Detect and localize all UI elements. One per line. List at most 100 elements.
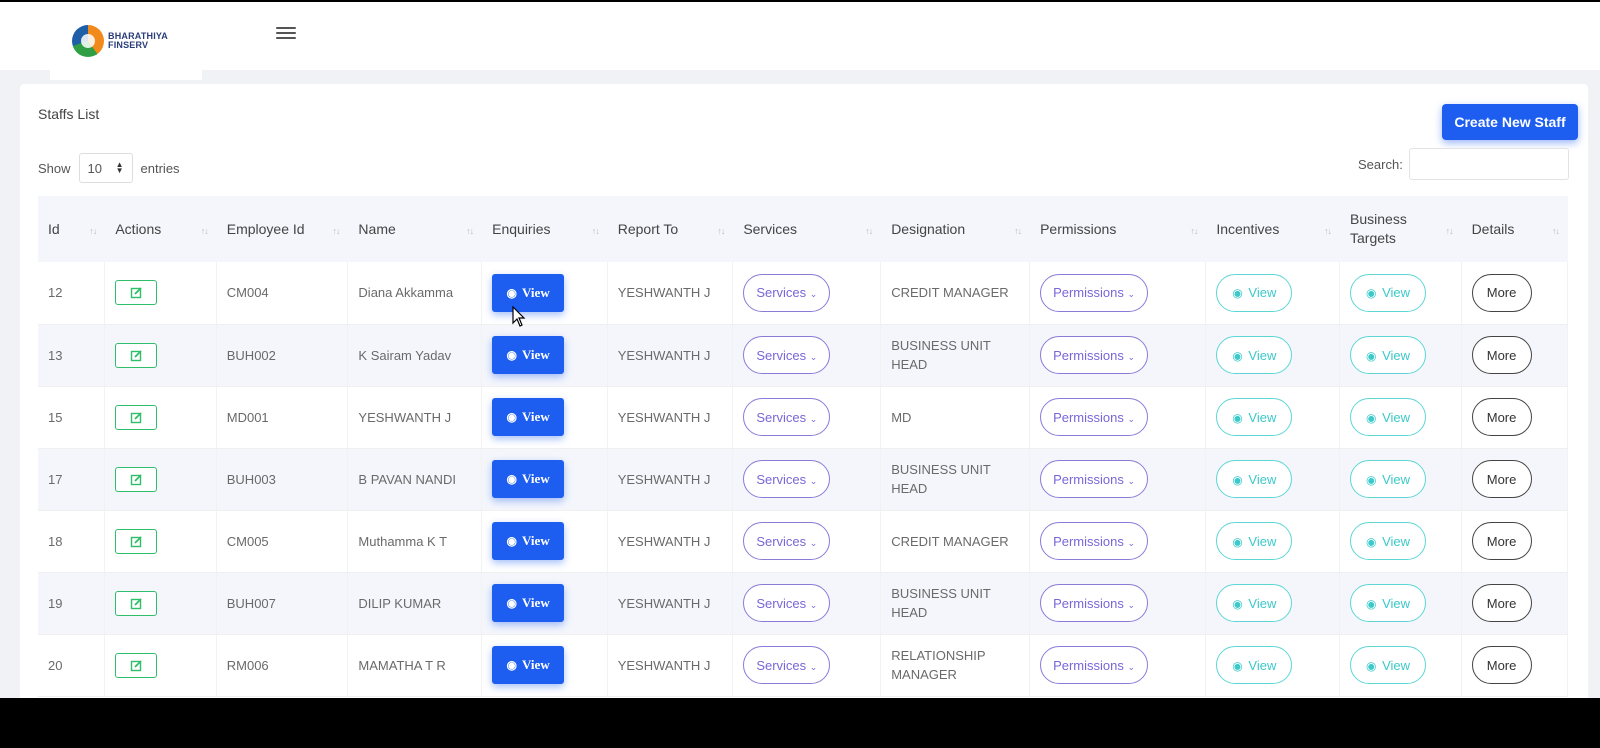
edit-button[interactable] xyxy=(115,280,158,306)
permissions-dropdown-button[interactable]: Permissions ⌄ xyxy=(1040,398,1149,436)
chevron-down-icon: ⌄ xyxy=(1127,351,1136,362)
services-dropdown-button[interactable]: Services ⌄ xyxy=(743,398,831,436)
more-details-button[interactable]: More xyxy=(1471,646,1532,684)
col-header-services[interactable]: Services ↑↓ xyxy=(732,196,882,262)
enquiries-view-button[interactable]: ◉ View xyxy=(492,646,565,684)
enquiries-view-button[interactable]: ◉ View xyxy=(492,273,565,312)
eye-icon: ◉ xyxy=(506,658,518,672)
more-details-button[interactable]: More xyxy=(1471,522,1532,560)
table-row: 13 BUH002 K Sairam Yadav ◉ View YESHWANTH JS… xyxy=(38,324,1569,387)
more-details-button[interactable]: More xyxy=(1471,460,1532,498)
permissions-dropdown-button[interactable]: Permissions ⌄ xyxy=(1040,273,1149,312)
business-targets-view-button[interactable]: ◉ View xyxy=(1350,460,1427,498)
col-header-report-to[interactable]: Report To ↑↓ xyxy=(607,196,734,262)
business-targets-view-button[interactable]: ◉ View xyxy=(1350,336,1427,374)
enquiries-view-button[interactable]: ◉ View xyxy=(492,522,565,560)
eye-icon: ◉ xyxy=(1365,658,1377,673)
cell-services: Services ⌄ xyxy=(732,386,882,449)
services-dropdown-button[interactable]: Services ⌄ xyxy=(743,273,831,312)
business-targets-view-button[interactable]: ◉ View xyxy=(1350,273,1427,312)
sort-icon: ↑↓ xyxy=(1324,226,1332,236)
edit-button[interactable] xyxy=(115,404,158,430)
col-header-employee-id[interactable]: Employee Id ↑↓ xyxy=(216,196,349,262)
enquiries-view-button[interactable]: ◉ View xyxy=(492,398,565,436)
col-header-business-targets[interactable]: Business Targets ↑↓ xyxy=(1339,196,1462,262)
col-header-name[interactable]: Name ↑↓ xyxy=(347,196,483,262)
permissions-dropdown-button[interactable]: Permissions ⌄ xyxy=(1040,336,1149,374)
col-header-details[interactable]: Details ↑↓ xyxy=(1461,196,1569,262)
incentives-view-button[interactable]: ◉ View xyxy=(1216,336,1293,374)
enquiries-view-button[interactable]: ◉ View xyxy=(492,460,565,498)
col-header-incentives[interactable]: Incentives ↑↓ xyxy=(1205,196,1341,262)
edit-button[interactable] xyxy=(115,652,158,678)
incentives-view-button[interactable]: ◉ View xyxy=(1216,584,1293,622)
col-header-enquiries[interactable]: Enquiries ↑↓ xyxy=(481,196,608,262)
edit-button[interactable] xyxy=(115,466,158,492)
cell-designation: CREDIT MANAGER xyxy=(880,262,1031,325)
brand-logo[interactable]: BHARATHIYA FINSERV xyxy=(72,24,182,58)
permissions-label: Permissions xyxy=(1053,471,1124,487)
cell-business-targets: ◉ View xyxy=(1339,448,1462,511)
incentives-view-button[interactable]: ◉ View xyxy=(1216,460,1293,498)
services-dropdown-button[interactable]: Services ⌄ xyxy=(743,522,831,560)
incentives-view-button[interactable]: ◉ View xyxy=(1216,646,1293,684)
col-header-permissions[interactable]: Permissions ↑↓ xyxy=(1029,196,1207,262)
business-targets-view-button[interactable]: ◉ View xyxy=(1350,584,1427,622)
entries-select[interactable]: 10 ▲ ▼ xyxy=(78,153,133,183)
eye-icon: ◉ xyxy=(1365,596,1377,611)
edit-button[interactable] xyxy=(115,590,158,616)
business-targets-view-button[interactable]: ◉ View xyxy=(1350,646,1427,684)
eye-icon: ◉ xyxy=(506,534,518,548)
permissions-dropdown-button[interactable]: Permissions ⌄ xyxy=(1040,522,1149,560)
services-dropdown-button[interactable]: Services ⌄ xyxy=(743,584,831,622)
incentives-view-button[interactable]: ◉ View xyxy=(1216,522,1293,560)
view-label: View xyxy=(1248,347,1277,363)
edit-button[interactable] xyxy=(115,528,158,554)
view-label: View xyxy=(1382,657,1411,673)
permissions-dropdown-button[interactable]: Permissions ⌄ xyxy=(1040,460,1149,498)
services-dropdown-button[interactable]: Services ⌄ xyxy=(743,336,831,374)
show-label: Show xyxy=(38,160,71,176)
col-header-designation[interactable]: Designation ↑↓ xyxy=(880,196,1031,262)
eye-icon: ◉ xyxy=(1365,286,1377,301)
cell-details: More xyxy=(1461,634,1569,697)
more-details-button[interactable]: More xyxy=(1471,336,1532,374)
cell-enquiries: ◉ View xyxy=(481,324,608,387)
enquiries-view-button[interactable]: ◉ View xyxy=(492,584,565,622)
services-dropdown-button[interactable]: Services ⌄ xyxy=(743,646,831,684)
cell-name: K Sairam Yadav xyxy=(347,324,483,387)
hamburger-icon[interactable] xyxy=(276,24,296,42)
app-screen: BHARATHIYA FINSERV Staffs List Create Ne… xyxy=(0,2,1600,698)
edit-icon xyxy=(130,659,142,671)
eye-icon: ◉ xyxy=(1232,534,1243,549)
table-row: 12 CM004 Diana Akkamma ◉ View YESHWANTH J Ser… xyxy=(38,262,1569,325)
enquiries-view-button[interactable]: ◉ View xyxy=(492,336,565,374)
permissions-label: Permissions xyxy=(1053,409,1124,425)
more-details-button[interactable]: More xyxy=(1471,584,1532,622)
cell-id: 13 xyxy=(38,324,106,387)
cell-permissions: Permissions ⌄ xyxy=(1029,386,1207,449)
cell-enquiries: ◉ View xyxy=(481,448,608,511)
incentives-view-button[interactable]: ◉ View xyxy=(1216,398,1293,436)
cell-designation: CREDIT MANAGER xyxy=(880,510,1031,573)
sort-icon: ↑↓ xyxy=(1552,226,1560,236)
cell-permissions: Permissions ⌄ xyxy=(1029,634,1207,697)
create-new-staff-button[interactable]: Create New Staff xyxy=(1442,104,1578,140)
incentives-view-button[interactable]: ◉ View xyxy=(1216,273,1293,312)
business-targets-view-button[interactable]: ◉ View xyxy=(1350,398,1427,436)
search-input[interactable] xyxy=(1408,148,1569,180)
more-details-button[interactable]: More xyxy=(1471,273,1532,312)
more-details-button[interactable]: More xyxy=(1471,398,1532,436)
cell-permissions: Permissions ⌄ xyxy=(1029,572,1207,635)
permissions-dropdown-button[interactable]: Permissions ⌄ xyxy=(1040,646,1149,684)
col-header-id[interactable]: Id ↑↓ xyxy=(38,196,106,262)
business-targets-view-button[interactable]: ◉ View xyxy=(1350,522,1427,560)
services-dropdown-button[interactable]: Services ⌄ xyxy=(743,460,831,498)
col-header-actions[interactable]: Actions ↑↓ xyxy=(104,196,217,262)
permissions-dropdown-button[interactable]: Permissions ⌄ xyxy=(1040,584,1149,622)
chevron-down-icon: ⌄ xyxy=(809,661,818,672)
services-label: Services xyxy=(756,409,807,425)
edit-button[interactable] xyxy=(115,342,158,368)
edit-icon xyxy=(130,473,142,485)
view-label: View xyxy=(522,284,550,300)
